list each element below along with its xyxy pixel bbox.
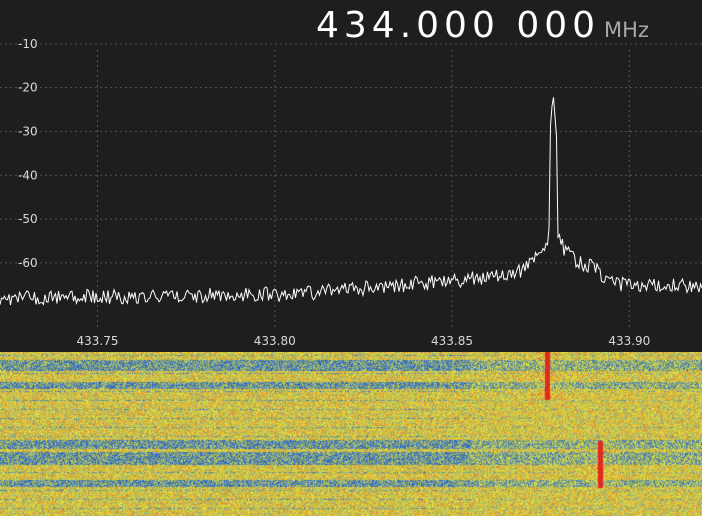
x-tick-label: 433.80 (254, 334, 296, 348)
y-tick-label: -10 (18, 37, 38, 51)
waterfall-display[interactable] (0, 352, 702, 516)
x-tick-label: 433.75 (77, 334, 119, 348)
frequency-value[interactable]: 434.000 000 (316, 4, 600, 48)
spectrum-trace (0, 97, 702, 306)
y-tick-label: -30 (18, 124, 38, 138)
x-tick-label: 433.85 (431, 334, 473, 348)
y-tick-label: -20 (18, 81, 38, 95)
x-tick-label: 433.90 (608, 334, 650, 348)
x-axis-ticks: 433.75 433.80 433.85 433.90 (77, 334, 651, 348)
frequency-display[interactable]: 434.000 000 MHz (316, 4, 649, 48)
y-tick-label: -40 (18, 168, 38, 182)
y-axis-ticks: -10 -20 -30 -40 -50 -60 (18, 37, 38, 270)
sdr-receiver-view: -10 -20 -30 -40 -50 -60 433.75 433.80 433.85 433… (0, 0, 702, 516)
y-tick-label: -60 (18, 256, 38, 270)
y-tick-label: -50 (18, 212, 38, 226)
frequency-unit: MHz (604, 18, 649, 42)
spectrum-plot[interactable]: -10-20-30-40-50-60 433.75 433.80 433.85 433… (0, 0, 702, 352)
